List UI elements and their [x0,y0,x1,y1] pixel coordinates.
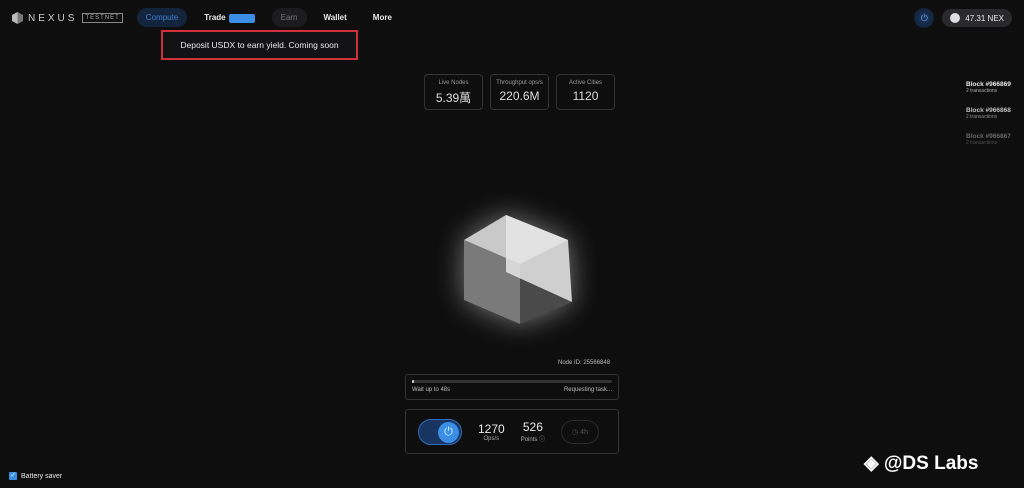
cube-logo-icon [12,12,23,24]
block-title: Block #966869 [966,81,1011,88]
block-feed: Block #966869 2 transactions Block #96686… [966,81,1011,159]
trade-badge [228,13,255,23]
ops-label: Ops/s [483,435,500,442]
node-controls: ⏻ 1270 Ops/s 526 Points ⓘ ◷ 4h [405,409,619,454]
nav-trade[interactable]: Trade [195,8,263,27]
logo[interactable]: NEXUS TESTNET [12,12,123,24]
progress-fill [412,380,414,383]
block-item[interactable]: Block #966868 2 transactions [966,107,1011,120]
block-title: Block #966867 [966,133,1011,140]
stat-value: 220.6M [499,89,540,103]
stat-throughput: Throughput ops/s 220.6M [490,74,549,110]
points-value: 526 [522,420,543,434]
power-icon: ⏻ [438,421,459,443]
top-nav: NEXUS TESTNET Compute Trade Earn Wallet … [12,7,1012,29]
nav-wallet[interactable]: Wallet [315,8,356,27]
progress-bar [412,380,612,383]
nav-more[interactable]: More [364,8,401,27]
checkbox-checked-icon[interactable]: ✓ [9,472,17,480]
nav-earn[interactable]: Earn [271,8,307,28]
stat-label: Live Nodes [438,80,469,86]
task-progress: Wait up to 48s Requesting task... [405,374,619,400]
stat-value: 5.39萬 [435,91,472,105]
network-stats: Live Nodes 5.39萬 Throughput ops/s 220.6M A… [424,74,615,110]
ops-metric: 1270 Ops/s [478,422,505,442]
power-icon[interactable]: ⏻ [914,8,935,28]
balance-value: 47.31 NEX [965,13,1004,23]
block-item[interactable]: Block #966869 2 transactions [966,81,1011,94]
node-power-toggle[interactable]: ⏻ [418,418,462,445]
stat-active-cities: Active Cities 1120 [556,74,615,110]
earn-tooltip: Deposit USDX to earn yield. Coming soon [161,30,358,60]
wait-text: Wait up to 48s [412,387,451,393]
watermark: ◈ @DS Labs [864,453,979,474]
stat-value: 1120 [572,89,599,103]
nav-trade-label: Trade [204,13,226,23]
status-text: Requesting task... [563,387,612,393]
stat-label: Throughput ops/s [496,80,543,86]
cube-graphic [464,215,572,324]
block-sub: 2 transactions [966,140,998,146]
block-title: Block #966868 [966,107,1011,114]
block-sub: 2 transactions [966,88,998,94]
nav-compute[interactable]: Compute [136,8,188,28]
battery-saver[interactable]: ✓ Battery saver [9,472,62,480]
points-label[interactable]: Points ⓘ [521,434,545,443]
battery-saver-label: Battery saver [21,472,63,480]
stat-live-nodes: Live Nodes 5.39萬 [424,74,483,110]
balance-button[interactable]: 47.31 NEX [942,9,1012,27]
coin-icon [950,13,961,23]
timer-button[interactable]: ◷ 4h [561,419,600,444]
network-badge: TESTNET [82,13,123,23]
points-metric: 526 Points ⓘ [521,420,545,443]
ops-value: 1270 [478,421,505,436]
stat-label: Active Cities [568,80,602,86]
brand-name: NEXUS [28,12,78,24]
block-item[interactable]: Block #966867 2 transactions [966,133,1011,146]
node-id: Node ID: 25566848 [558,360,611,366]
block-sub: 2 transactions [966,114,998,120]
